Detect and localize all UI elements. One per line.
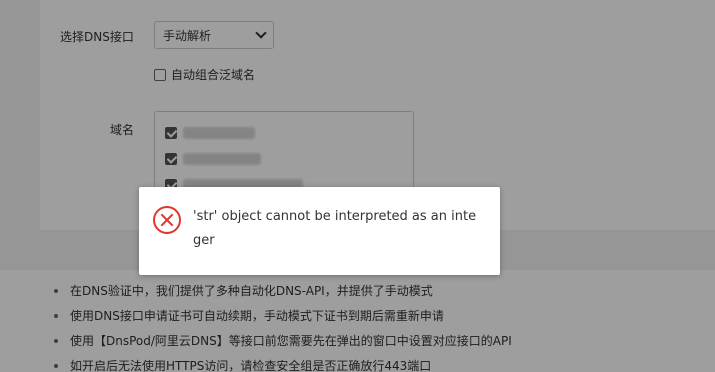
- error-circle-icon: [153, 206, 181, 234]
- error-message-text: 'str' object cannot be interpreted as an…: [193, 209, 477, 248]
- modal-overlay[interactable]: [0, 0, 715, 372]
- error-message-dialog: 'str' object cannot be interpreted as an…: [139, 187, 500, 275]
